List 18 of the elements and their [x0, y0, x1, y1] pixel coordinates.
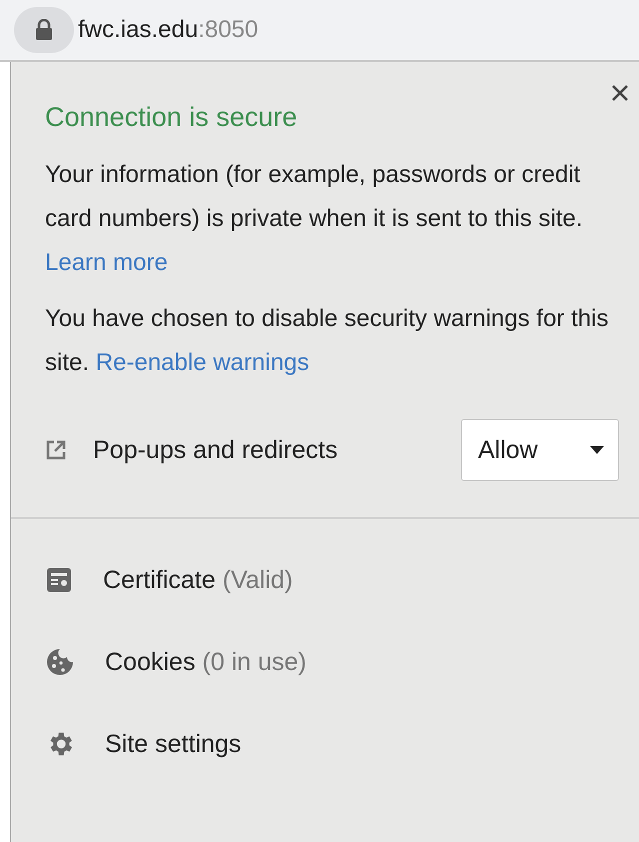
- permission-label: Pop-ups and redirects: [93, 436, 339, 464]
- link[interactable]: Re-enable warnings: [96, 349, 310, 376]
- info-paragraph: Your information (for example, passwords or credit card numbers) is private when it is sent to this site. Learn more: [45, 160, 584, 278]
- site-settings-button[interactable]: Site settings: [45, 703, 242, 785]
- external-link-icon: [45, 439, 67, 461]
- info-paragraph: You have chosen to disable security warnings for this site. Re-enable warnings: [45, 304, 610, 378]
- certificate-button[interactable]: Certificate (Valid): [45, 539, 293, 621]
- cookie-icon: [45, 647, 75, 677]
- url-text[interactable]: fwc.ias.edu:8050: [78, 16, 258, 44]
- lock-icon: [35, 19, 53, 41]
- connection-title: Connection is secure: [45, 102, 298, 133]
- cookies-button[interactable]: Cookies (0 in use): [45, 621, 306, 703]
- close-icon: [611, 84, 629, 102]
- link[interactable]: Learn more: [45, 249, 168, 276]
- caret-icon: [590, 446, 604, 454]
- lock-button[interactable]: [14, 7, 74, 53]
- permission-dropdown[interactable]: Allow: [461, 419, 619, 481]
- certificate-icon: [45, 566, 73, 594]
